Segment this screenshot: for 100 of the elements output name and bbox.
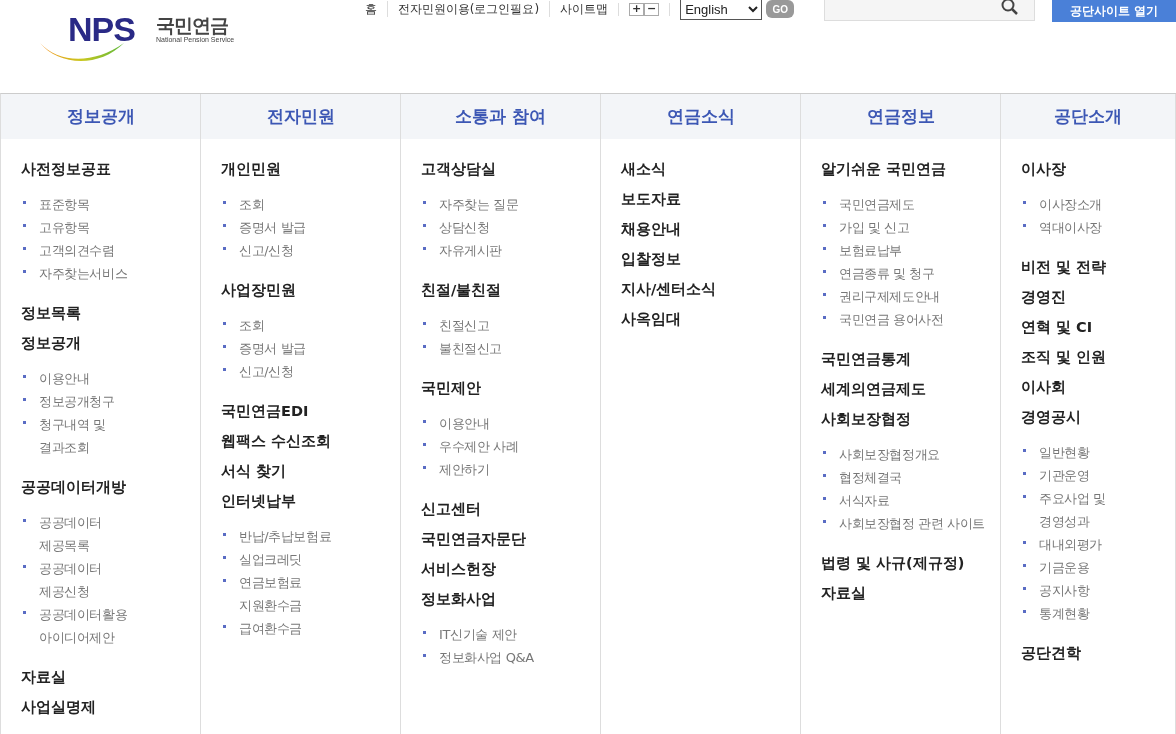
menu-item[interactable]: 표준항목 bbox=[23, 193, 200, 216]
menu-heading[interactable]: 사회보장협정 bbox=[821, 409, 1000, 429]
menu-item[interactable]: 정보공개청구 bbox=[23, 390, 200, 413]
font-size-button[interactable]: + bbox=[629, 2, 645, 16]
menu-item[interactable]: 친절신고 bbox=[423, 314, 600, 337]
menu-item[interactable]: 이용안내 bbox=[23, 367, 200, 390]
menu-heading[interactable]: 비전 및 전략 bbox=[1021, 257, 1175, 277]
top-link[interactable]: 전자민원이용(로그인필요) bbox=[386, 1, 550, 17]
menu-heading[interactable]: 공공데이터개방 bbox=[21, 477, 200, 497]
menu-item[interactable]: 서식자료 bbox=[823, 489, 1000, 512]
menu-heading[interactable]: 보도자료 bbox=[621, 189, 800, 209]
menu-heading[interactable]: 공단견학 bbox=[1021, 643, 1175, 663]
menu-item[interactable]: 자주찾는 질문 bbox=[423, 193, 600, 216]
menu-heading[interactable]: 자료실 bbox=[21, 667, 200, 687]
menu-heading[interactable]: 국민연금통계 bbox=[821, 349, 1000, 369]
menu-heading[interactable]: 이사회 bbox=[1021, 377, 1175, 397]
top-link[interactable]: 홈 bbox=[354, 1, 387, 17]
font-size-button[interactable]: − bbox=[644, 2, 660, 16]
menu-item[interactable]: 고객의견수렴 bbox=[23, 239, 200, 262]
menu-heading[interactable]: 사옥임대 bbox=[621, 309, 800, 329]
menu-item[interactable]: 공지사항 bbox=[1023, 579, 1175, 602]
menu-heading[interactable]: 알기쉬운 국민연금 bbox=[821, 159, 1000, 179]
menu-heading[interactable]: 지사/센터소식 bbox=[621, 279, 800, 299]
menu-heading[interactable]: 서비스헌장 bbox=[421, 559, 600, 579]
menu-heading[interactable]: 정보목록 bbox=[21, 303, 200, 323]
menu-item[interactable]: 연금종류 및 청구 bbox=[823, 262, 1000, 285]
language-select[interactable]: English bbox=[680, 0, 763, 20]
menu-heading[interactable]: 세계의연금제도 bbox=[821, 379, 1000, 399]
menu-item[interactable]: 협정체결국 bbox=[823, 466, 1000, 489]
menu-item[interactable]: 우수제안 사례 bbox=[423, 435, 600, 458]
column-title[interactable]: 정보공개 bbox=[1, 94, 200, 139]
menu-heading[interactable]: 이사장 bbox=[1021, 159, 1175, 179]
menu-heading[interactable]: 경영진 bbox=[1021, 287, 1175, 307]
menu-item[interactable]: 증명서 발급 bbox=[223, 337, 400, 360]
menu-item[interactable]: 신고/신청 bbox=[223, 239, 400, 262]
menu-item[interactable]: 기금운용 bbox=[1023, 556, 1175, 579]
menu-item[interactable]: 조회 bbox=[223, 314, 400, 337]
menu-item[interactable]: 상담신청 bbox=[423, 216, 600, 239]
site-button[interactable]: 공단사이트 열기 bbox=[1052, 0, 1176, 22]
menu-heading[interactable]: 고객상담실 bbox=[421, 159, 600, 179]
menu-heading[interactable]: 조직 및 인원 bbox=[1021, 347, 1175, 367]
column-title[interactable]: 연금정보 bbox=[801, 94, 1000, 139]
menu-heading[interactable]: 국민제안 bbox=[421, 378, 600, 398]
menu-heading[interactable]: 국민연금자문단 bbox=[421, 529, 600, 549]
menu-heading[interactable]: 연혁 및 CI bbox=[1021, 317, 1175, 337]
menu-item[interactable]: 이용안내 bbox=[423, 412, 600, 435]
menu-item[interactable]: 국민연금 용어사전 bbox=[823, 308, 1000, 331]
menu-item[interactable]: 권리구제제도안내 bbox=[823, 285, 1000, 308]
menu-item[interactable]: 실업크레딧 bbox=[223, 548, 400, 571]
column-title[interactable]: 공단소개 bbox=[1001, 94, 1175, 139]
menu-item[interactable]: 국민연금제도 bbox=[823, 193, 1000, 216]
top-link[interactable]: 사이트맵 bbox=[549, 1, 619, 17]
menu-heading[interactable]: 인터넷납부 bbox=[221, 491, 400, 511]
menu-heading[interactable]: 개인민원 bbox=[221, 159, 400, 179]
menu-item[interactable]: 보험료납부 bbox=[823, 239, 1000, 262]
menu-item[interactable]: 증명서 발급 bbox=[223, 216, 400, 239]
menu-item[interactable]: 청구내역 및 결과조회 bbox=[23, 413, 200, 459]
menu-heading[interactable]: 법령 및 사규(제규정) bbox=[821, 553, 1000, 573]
menu-heading[interactable]: 사업실명제 bbox=[21, 697, 200, 717]
column-title[interactable]: 소통과 참여 bbox=[401, 94, 600, 139]
menu-heading[interactable]: 정보화사업 bbox=[421, 589, 600, 609]
menu-item[interactable]: 자주찾는서비스 bbox=[23, 262, 200, 285]
menu-item[interactable]: 정보화사업 Q&A bbox=[423, 646, 600, 669]
menu-heading[interactable]: 경영공시 bbox=[1021, 407, 1175, 427]
menu-item[interactable]: 고유항목 bbox=[23, 216, 200, 239]
menu-heading[interactable]: 국민연금EDI bbox=[221, 401, 400, 421]
menu-item[interactable]: 주요사업 및 경영성과 bbox=[1023, 487, 1175, 533]
menu-item[interactable]: 공공데이터활용 아이디어제안 bbox=[23, 603, 200, 649]
menu-heading[interactable]: 사전정보공표 bbox=[21, 159, 200, 179]
menu-heading[interactable]: 사업장민원 bbox=[221, 280, 400, 300]
menu-item[interactable]: 제안하기 bbox=[423, 458, 600, 481]
menu-heading[interactable]: 서식 찾기 bbox=[221, 461, 400, 481]
menu-item[interactable]: 역대이사장 bbox=[1023, 216, 1175, 239]
menu-item[interactable]: 불친절신고 bbox=[423, 337, 600, 360]
menu-item[interactable]: 사회보장협정 관련 사이트 bbox=[823, 512, 1000, 535]
menu-item[interactable]: 이사장소개 bbox=[1023, 193, 1175, 216]
menu-item[interactable]: 기관운영 bbox=[1023, 464, 1175, 487]
column-title[interactable]: 연금소식 bbox=[601, 94, 800, 139]
menu-heading[interactable]: 정보공개 bbox=[21, 333, 200, 353]
column-title[interactable]: 전자민원 bbox=[201, 94, 400, 139]
menu-item[interactable]: 연금보험료 지원환수금 bbox=[223, 571, 400, 617]
menu-heading[interactable]: 자료실 bbox=[821, 583, 1000, 603]
menu-item[interactable]: 가입 및 신고 bbox=[823, 216, 1000, 239]
menu-item[interactable]: IT신기술 제안 bbox=[423, 623, 600, 646]
menu-item[interactable]: 공공데이터 제공목록 bbox=[23, 511, 200, 557]
menu-heading[interactable]: 친절/불친절 bbox=[421, 280, 600, 300]
menu-heading[interactable]: 신고센터 bbox=[421, 499, 600, 519]
menu-item[interactable]: 사회보장협정개요 bbox=[823, 443, 1000, 466]
menu-item[interactable]: 반납/추납보험료 bbox=[223, 525, 400, 548]
menu-item[interactable]: 통계현황 bbox=[1023, 602, 1175, 625]
menu-heading[interactable]: 새소식 bbox=[621, 159, 800, 179]
menu-heading[interactable]: 웹팩스 수신조회 bbox=[221, 431, 400, 451]
menu-heading[interactable]: 채용안내 bbox=[621, 219, 800, 239]
menu-item[interactable]: 대내외평가 bbox=[1023, 533, 1175, 556]
menu-item[interactable]: 일반현황 bbox=[1023, 441, 1175, 464]
menu-item[interactable]: 조회 bbox=[223, 193, 400, 216]
menu-item[interactable]: 급여환수금 bbox=[223, 617, 400, 640]
menu-item[interactable]: 공공데이터 제공신청 bbox=[23, 557, 200, 603]
menu-item[interactable]: 자유게시판 bbox=[423, 239, 600, 262]
menu-item[interactable]: 신고/신청 bbox=[223, 360, 400, 383]
